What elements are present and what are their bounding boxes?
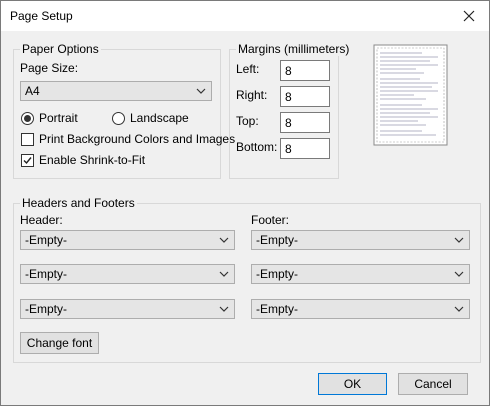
footer-label: Footer: — [251, 213, 290, 227]
shrink-to-fit-label[interactable]: Enable Shrink-to-Fit — [39, 153, 145, 167]
portrait-label[interactable]: Portrait — [39, 111, 78, 125]
right-margin-label: Right: — [236, 88, 268, 102]
page-size-label: Page Size: — [20, 61, 79, 75]
page-setup-dialog: Page Setup Paper Options Page Size: A4 P… — [0, 0, 490, 406]
footer-dropdown-3[interactable]: -Empty- — [251, 299, 470, 319]
header-dropdown-3[interactable]: -Empty- — [20, 299, 235, 319]
right-margin-input[interactable]: 8 — [280, 86, 330, 107]
bottom-margin-label: Bottom: — [236, 140, 278, 154]
page-size-dropdown[interactable]: A4 — [20, 81, 212, 101]
left-margin-label: Left: — [236, 62, 260, 76]
landscape-radio[interactable] — [112, 112, 125, 125]
radio-selected-dot — [24, 115, 31, 122]
footer-value-3: -Empty- — [256, 302, 298, 316]
print-background-checkbox[interactable] — [21, 133, 34, 146]
dialog-title: Page Setup — [10, 9, 73, 23]
top-margin-input[interactable]: 8 — [280, 112, 330, 133]
header-value-2: -Empty- — [25, 267, 67, 281]
header-label: Header: — [20, 213, 63, 227]
portrait-radio[interactable] — [21, 112, 34, 125]
cancel-button[interactable]: Cancel — [398, 373, 468, 395]
footer-value-2: -Empty- — [256, 267, 298, 281]
paper-options-legend: Paper Options — [20, 42, 101, 56]
page-preview-thumbnail — [373, 44, 448, 146]
headers-footers-legend: Headers and Footers — [20, 196, 137, 210]
chevron-down-icon — [219, 237, 229, 243]
print-background-label[interactable]: Print Background Colors and Images — [39, 132, 235, 146]
page-size-value: A4 — [25, 84, 40, 98]
chevron-down-icon — [219, 271, 229, 277]
close-icon — [463, 10, 475, 22]
ok-button[interactable]: OK — [318, 373, 387, 395]
bottom-margin-input[interactable]: 8 — [280, 138, 330, 159]
chevron-down-icon — [219, 306, 229, 312]
chevron-down-icon — [454, 306, 464, 312]
checkmark-icon — [23, 157, 32, 165]
header-dropdown-1[interactable]: -Empty- — [20, 230, 235, 250]
top-margin-label: Top: — [236, 114, 259, 128]
shrink-to-fit-checkbox[interactable] — [21, 154, 34, 167]
header-dropdown-2[interactable]: -Empty- — [20, 264, 235, 284]
close-button[interactable] — [451, 1, 487, 31]
header-value-1: -Empty- — [25, 233, 67, 247]
footer-dropdown-2[interactable]: -Empty- — [251, 264, 470, 284]
left-margin-input[interactable]: 8 — [280, 60, 330, 81]
change-font-button[interactable]: Change font — [20, 332, 99, 354]
margins-legend: Margins (millimeters) — [236, 42, 352, 56]
chevron-down-icon — [454, 237, 464, 243]
chevron-down-icon — [196, 88, 206, 94]
footer-value-1: -Empty- — [256, 233, 298, 247]
landscape-label[interactable]: Landscape — [130, 111, 189, 125]
chevron-down-icon — [454, 271, 464, 277]
footer-dropdown-1[interactable]: -Empty- — [251, 230, 470, 250]
header-value-3: -Empty- — [25, 302, 67, 316]
title-bar: Page Setup — [1, 1, 489, 31]
